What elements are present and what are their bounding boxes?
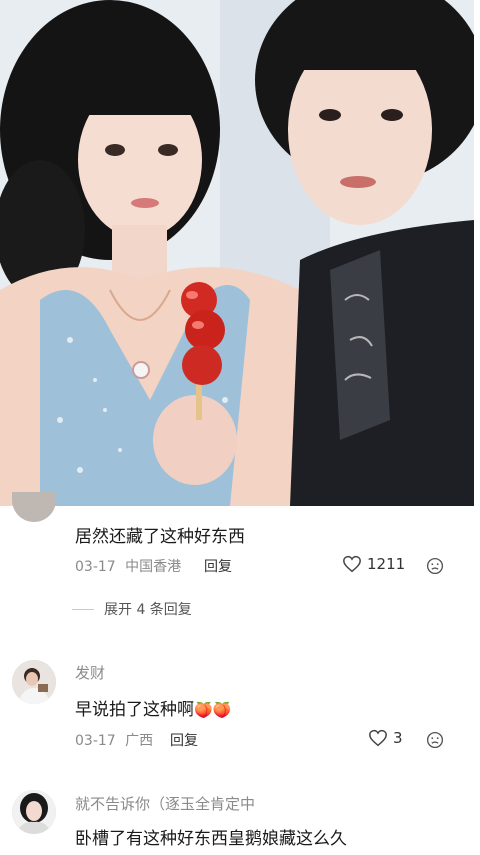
reply-button[interactable]: 回复 <box>204 556 232 576</box>
right-edge <box>474 0 480 855</box>
expand-replies-label: 展开 4 条回复 <box>104 602 192 618</box>
heart-outline-icon <box>343 555 361 573</box>
divider-line <box>72 608 94 610</box>
comment-body: 早说拍了这种啊 <box>75 700 194 720</box>
comment-date: 03-17 <box>75 733 116 749</box>
like-button[interactable]: 1211 <box>342 555 405 573</box>
comment-text: 居然还藏了这种好东西 <box>75 527 245 547</box>
reply-button[interactable]: 回复 <box>170 730 198 750</box>
like-count: 3 <box>393 729 403 747</box>
heart-outline-icon <box>369 729 387 747</box>
comment-location: 广西 <box>125 733 154 749</box>
expand-replies-button[interactable]: 展开 4 条回复 <box>72 599 192 619</box>
photo-illustration <box>0 0 474 506</box>
comment-location: 中国香港 <box>125 559 182 575</box>
avatar[interactable] <box>12 492 56 522</box>
post-photo[interactable] <box>0 0 474 506</box>
username[interactable]: 发财 <box>75 662 105 683</box>
comment-text: 卧槽了有这种好东西皇鹅娘藏这么久 <box>75 829 347 849</box>
comment-section: 居然还藏了这种好东西 03-17 中国香港 回复 1211 展开 4 条回复 发… <box>0 492 474 855</box>
avatar-image <box>12 660 56 704</box>
like-count: 1211 <box>367 555 406 573</box>
avatar-image <box>12 790 56 834</box>
comment-meta: 03-17 中国香港 <box>75 556 181 576</box>
comment-meta: 03-17 广西 <box>75 730 153 750</box>
avatar[interactable] <box>12 790 56 834</box>
comment-text: 早说拍了这种啊🍑🍑 <box>75 695 231 720</box>
username[interactable]: 就不告诉你（逐玉全肯定中 <box>75 793 255 814</box>
peach-emoji: 🍑🍑 <box>194 701 232 719</box>
comment-date: 03-17 <box>75 559 116 575</box>
frown-face-icon[interactable] <box>426 731 444 749</box>
avatar[interactable] <box>12 660 56 704</box>
like-button[interactable]: 3 <box>368 729 403 747</box>
frown-face-icon[interactable] <box>426 557 444 575</box>
